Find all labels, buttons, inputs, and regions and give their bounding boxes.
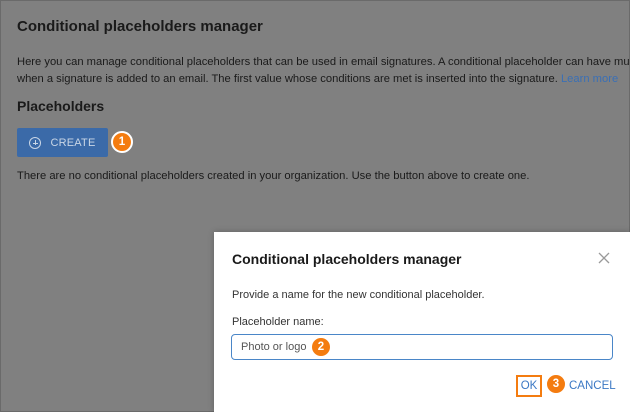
learn-more-link[interactable]: Learn more [561,73,618,85]
dialog-title: Conditional placeholders manager [232,251,462,267]
dialog-prompt: Provide a name for the new conditional p… [232,289,485,301]
placeholder-name-label: Placeholder name: [232,316,324,328]
ok-button[interactable]: OK [516,375,542,397]
callout-badge-1: 1 [111,131,133,153]
empty-state-message: There are no conditional placeholders cr… [17,170,530,182]
page-description: Here you can manage conditional placehol… [17,54,630,88]
page-title: Conditional placeholders manager [17,18,263,35]
create-placeholder-dialog: Conditional placeholders manager Provide… [214,232,630,412]
cancel-button[interactable]: CANCEL [569,378,616,394]
description-line-2: when a signature is added to an email. T… [17,71,630,88]
description-line-1: Here you can manage conditional placehol… [17,56,630,68]
callout-badge-3: 3 [545,373,567,395]
plus-circle-icon [29,136,42,149]
close-icon[interactable] [597,251,611,265]
description-line-2-text: when a signature is added to an email. T… [17,73,558,85]
create-button[interactable]: CREATE [17,128,108,157]
callout-badge-2: 2 [310,336,332,358]
section-title-placeholders: Placeholders [17,98,105,114]
placeholder-name-input[interactable] [231,334,613,360]
create-button-label: CREATE [50,136,96,149]
